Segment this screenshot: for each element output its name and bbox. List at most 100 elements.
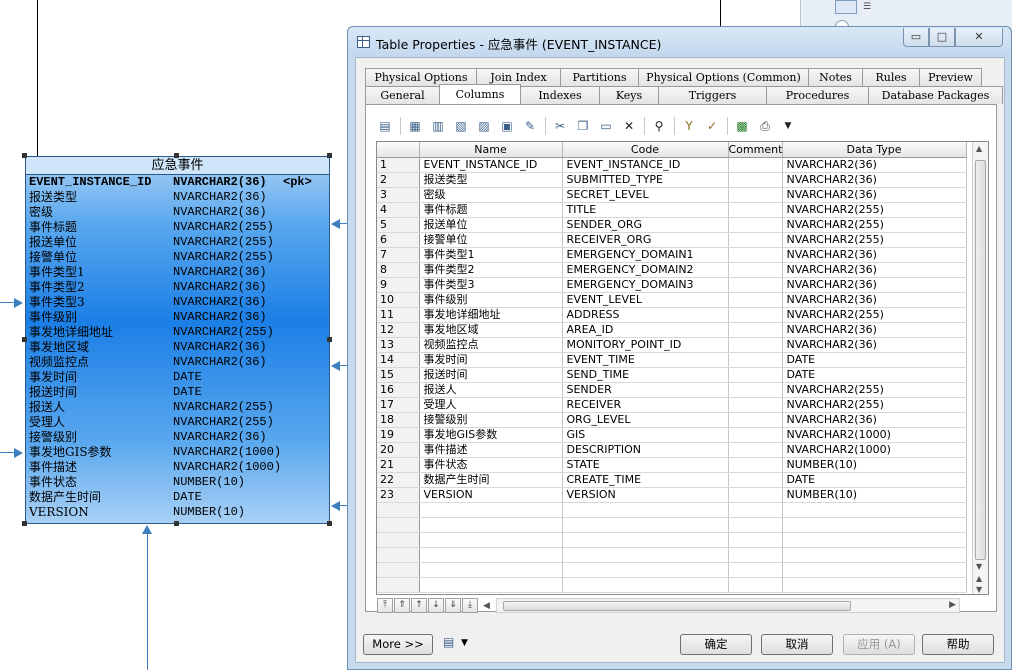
grid-cell-code[interactable]: TITLE — [562, 202, 729, 218]
grid-cell-code[interactable]: RECEIVER_ORG — [562, 232, 729, 248]
grid-cell-empty[interactable] — [419, 547, 563, 563]
entity-row[interactable]: 报送类型 NVARCHAR2(36) — [26, 190, 329, 205]
table-row[interactable]: 18 接警级别 ORG_LEVEL NVARCHAR2(36) — [377, 412, 967, 428]
tab-procedures[interactable]: Procedures — [766, 86, 869, 104]
grid-header-code[interactable]: Code — [562, 142, 729, 158]
grid-header-comment[interactable]: Comment — [728, 142, 783, 158]
grid-cell-datatype[interactable]: NVARCHAR2(36) — [782, 337, 967, 353]
find-icon[interactable]: ⚲ — [648, 115, 670, 137]
grid-cell-empty[interactable] — [728, 547, 783, 563]
move-page-down-icon[interactable]: ⇓ — [445, 598, 461, 613]
close-button[interactable]: ✕ — [955, 28, 1003, 47]
grid-cell-rownum[interactable]: 20 — [377, 442, 420, 458]
grid-cell-empty[interactable] — [562, 577, 729, 593]
tab-rules[interactable]: Rules — [862, 68, 920, 86]
grid-cell-empty[interactable] — [377, 562, 420, 578]
tab-notes[interactable]: Notes — [808, 68, 863, 86]
grid-cell-comment[interactable] — [728, 412, 783, 428]
menu-icon[interactable]: ▤ — [443, 635, 454, 649]
entity-row[interactable]: VERSION NUMBER(10) — [26, 505, 329, 520]
grid-cell-code[interactable]: EMERGENCY_DOMAIN1 — [562, 247, 729, 263]
table-row[interactable]: 1 EVENT_INSTANCE_ID EVENT_INSTANCE_ID NVARC… — [377, 157, 967, 173]
grid-cell-empty[interactable] — [562, 517, 729, 533]
empty-row[interactable] — [377, 502, 967, 518]
grid-cell-datatype[interactable]: NVARCHAR2(255) — [782, 382, 967, 398]
hscroll-thumb[interactable] — [503, 601, 851, 611]
selection-handle[interactable] — [22, 521, 27, 526]
grid-cell-datatype[interactable]: DATE — [782, 352, 967, 368]
grid-cell-code[interactable]: SECRET_LEVEL — [562, 187, 729, 203]
grid-cell-comment[interactable] — [728, 382, 783, 398]
scroll-thumb[interactable] — [975, 160, 986, 560]
grid-cell-name[interactable]: VERSION — [419, 487, 563, 503]
entity-row[interactable]: 接警级别 NVARCHAR2(36) — [26, 430, 329, 445]
grid-cell-rownum[interactable]: 13 — [377, 337, 420, 353]
list-view-icon[interactable]: ☰ — [863, 2, 871, 12]
grid-cell-comment[interactable] — [728, 187, 783, 203]
grid-cell-empty[interactable] — [728, 502, 783, 518]
entity-row[interactable]: 事发时间 DATE — [26, 370, 329, 385]
grid-cell-empty[interactable] — [377, 532, 420, 548]
grid-cell-datatype[interactable]: NVARCHAR2(255) — [782, 217, 967, 233]
grid-cell-name[interactable]: 视频监控点 — [419, 337, 563, 353]
grid-cell-datatype[interactable]: NVARCHAR2(255) — [782, 202, 967, 218]
maximize-button[interactable]: □ — [929, 28, 955, 47]
grid-cell-code[interactable]: AREA_ID — [562, 322, 729, 338]
grid-cell-comment[interactable] — [728, 427, 783, 443]
grid-cell-comment[interactable] — [728, 472, 783, 488]
help-button[interactable]: 帮助 — [922, 634, 994, 655]
grid-cell-code[interactable]: EMERGENCY_DOMAIN3 — [562, 277, 729, 293]
grid-cell-code[interactable]: EVENT_LEVEL — [562, 292, 729, 308]
table-row[interactable]: 23 VERSION VERSION NUMBER(10) — [377, 487, 967, 503]
grid-cell-rownum[interactable]: 3 — [377, 187, 420, 203]
table-row[interactable]: 10 事件级别 EVENT_LEVEL NVARCHAR2(36) — [377, 292, 967, 308]
grid-cell-name[interactable]: 事发时间 — [419, 352, 563, 368]
minimize-button[interactable]: ▭ — [903, 28, 929, 47]
grid-cell-code[interactable]: GIS — [562, 427, 729, 443]
grid-cell-datatype[interactable]: NUMBER(10) — [782, 487, 967, 503]
grid-cell-code[interactable]: MONITORY_POINT_ID — [562, 337, 729, 353]
rule-icon[interactable]: ✎ — [519, 115, 541, 137]
grid-cell-code[interactable]: EVENT_INSTANCE_ID — [562, 157, 729, 173]
add-columns-icon[interactable]: ▧ — [450, 115, 472, 137]
table-row[interactable]: 5 报送单位 SENDER_ORG NVARCHAR2(255) — [377, 217, 967, 233]
grid-cell-name[interactable]: EVENT_INSTANCE_ID — [419, 157, 563, 173]
grid-cell-code[interactable]: SUBMITTED_TYPE — [562, 172, 729, 188]
grid-cell-empty[interactable] — [377, 577, 420, 593]
grid-cell-code[interactable]: SEND_TIME — [562, 367, 729, 383]
grid-cell-datatype[interactable]: NVARCHAR2(255) — [782, 232, 967, 248]
dialog-titlebar[interactable]: Table Properties - 应急事件 (EVENT_INSTANCE)… — [348, 27, 1011, 57]
scroll-up-icon[interactable]: ▲ — [976, 144, 982, 153]
entity-row[interactable]: 接警单位 NVARCHAR2(255) — [26, 250, 329, 265]
grid-cell-datatype[interactable]: DATE — [782, 472, 967, 488]
table-row[interactable]: 4 事件标题 TITLE NVARCHAR2(255) — [377, 202, 967, 218]
grid-vertical-scrollbar[interactable]: ▲ ▼ ▲ ▼ — [972, 142, 988, 594]
grid-cell-name[interactable]: 密级 — [419, 187, 563, 203]
grid-cell-datatype[interactable]: NVARCHAR2(1000) — [782, 442, 967, 458]
grid-cell-rownum[interactable]: 16 — [377, 382, 420, 398]
paste-icon[interactable]: ▭ — [595, 115, 617, 137]
grid-cell-empty[interactable] — [782, 562, 967, 578]
move-bottom-icon[interactable]: ⤓ — [462, 598, 478, 613]
table-row[interactable]: 9 事件类型3 EMERGENCY_DOMAIN3 NVARCHAR2(36) — [377, 277, 967, 293]
grid-cell-datatype[interactable]: NVARCHAR2(36) — [782, 187, 967, 203]
selection-handle[interactable] — [174, 521, 179, 526]
grid-cell-name[interactable]: 事件状态 — [419, 457, 563, 473]
scroll-down-icon[interactable]: ▼ — [976, 562, 982, 571]
entity-row[interactable]: 事件类型3 NVARCHAR2(36) — [26, 295, 329, 310]
replicate-icon[interactable]: ▨ — [473, 115, 495, 137]
copy-icon[interactable]: ❐ — [572, 115, 594, 137]
move-down-icon[interactable]: ↓ — [428, 598, 444, 613]
entity-row[interactable]: 受理人 NVARCHAR2(255) — [26, 415, 329, 430]
table-row[interactable]: 19 事发地GIS参数 GIS NVARCHAR2(1000) — [377, 427, 967, 443]
grid-cell-name[interactable]: 事件类型3 — [419, 277, 563, 293]
grid-cell-empty[interactable] — [419, 562, 563, 578]
grid-cell-rownum[interactable]: 5 — [377, 217, 420, 233]
grid-cell-code[interactable]: CREATE_TIME — [562, 472, 729, 488]
grid-cell-name[interactable]: 报送类型 — [419, 172, 563, 188]
entity-row[interactable]: 事件级别 NVARCHAR2(36) — [26, 310, 329, 325]
grid-cell-comment[interactable] — [728, 487, 783, 503]
grid-cell-code[interactable]: ADDRESS — [562, 307, 729, 323]
grid-header-datatype[interactable]: Data Type — [782, 142, 967, 158]
columns-grid[interactable]: Name Code Comment Data Type 1 EVENT_INSTA… — [376, 141, 989, 595]
